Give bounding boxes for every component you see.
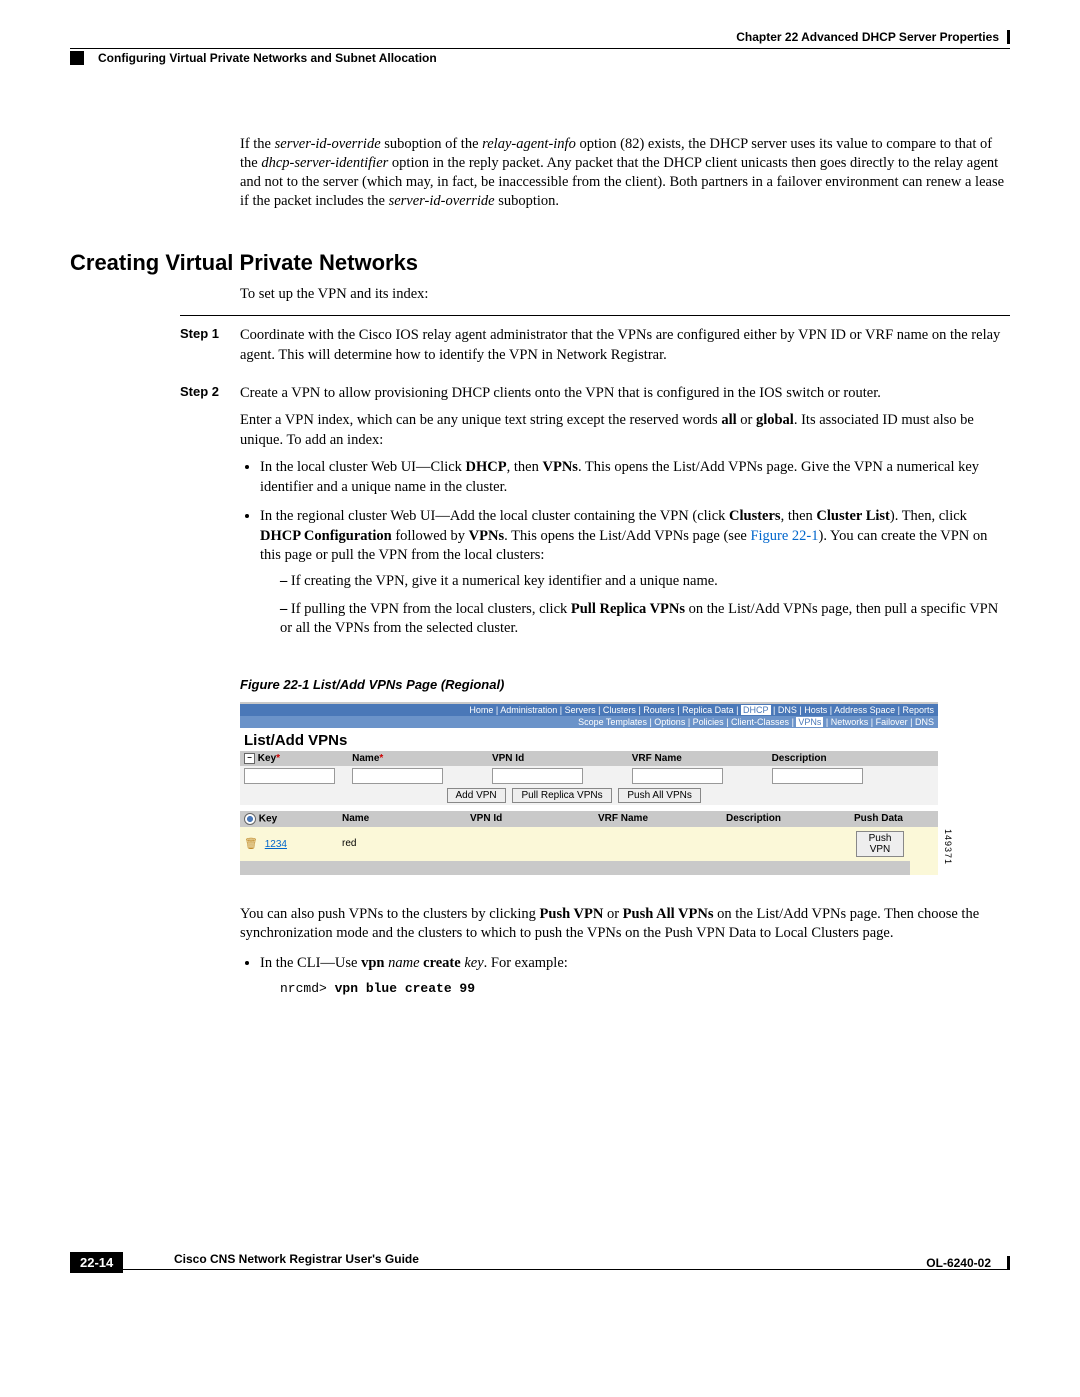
subnav: Scope Templates | Options | Policies | C…	[240, 716, 938, 728]
bullet-local-cluster: In the local cluster Web UI—Click DHCP, …	[260, 458, 1010, 497]
webui-title: List/Add VPNs	[244, 732, 938, 749]
pull-replica-button[interactable]: Pull Replica VPNs	[512, 788, 611, 803]
guide-title: Cisco CNS Network Registrar User's Guide	[174, 1252, 1010, 1266]
push-all-button[interactable]: Push All VPNs	[618, 788, 700, 803]
trash-icon[interactable]: 🗑	[244, 838, 258, 850]
table-row: 🗑 1234 red Push VPN	[240, 827, 938, 861]
key-input[interactable]	[244, 768, 335, 784]
push-vpn-paragraph: You can also push VPNs to the clusters b…	[240, 905, 1010, 944]
push-vpn-button[interactable]: Push VPN	[856, 831, 904, 857]
header-end-bar	[1007, 30, 1010, 44]
footer-end-bar	[1007, 1256, 1010, 1270]
step1-label: Step 1	[180, 326, 240, 373]
step1-text: Coordinate with the Cisco IOS relay agen…	[240, 326, 1010, 365]
section-heading: Creating Virtual Private Networks	[70, 250, 1010, 276]
step2-label: Step 2	[180, 384, 240, 649]
page-number: 22-14	[70, 1252, 123, 1273]
intro-paragraph: If the server-id-override suboption of t…	[240, 135, 1010, 210]
dash-create-vpn: If creating the VPN, give it a numerical…	[280, 572, 1010, 592]
vpn-list-table: Key Name VPN Id VRF Name Description Pus…	[240, 805, 938, 875]
vrf-input[interactable]	[632, 768, 723, 784]
name-input[interactable]	[352, 768, 443, 784]
doc-id: OL-6240-02	[926, 1256, 991, 1270]
vpn-key-link[interactable]: 1234	[265, 839, 287, 850]
add-vpn-table: − Key* Name* VPN Id VRF Name Description…	[240, 751, 938, 805]
chapter-title: Chapter 22 Advanced DHCP Server Properti…	[70, 30, 999, 44]
dash-pull-vpn: If pulling the VPN from the local cluste…	[280, 600, 1010, 639]
figure-xref[interactable]: Figure 22-1	[750, 528, 818, 544]
figure-id: 149371	[943, 829, 953, 865]
section-path: Configuring Virtual Private Networks and…	[98, 51, 437, 65]
figure-caption: Figure 22-1 List/Add VPNs Page (Regional…	[240, 677, 1010, 692]
desc-input[interactable]	[772, 768, 863, 784]
step2-text: Create a VPN to allow provisioning DHCP …	[240, 384, 1010, 404]
section-marker	[70, 51, 84, 65]
add-vpn-button[interactable]: Add VPN	[447, 788, 506, 803]
lead-sentence: To set up the VPN and its index:	[240, 286, 1010, 303]
step2-para2: Enter a VPN index, which can be any uniq…	[240, 411, 1010, 450]
subnav-active[interactable]: VPNs	[796, 717, 823, 727]
bullet-regional-cluster: In the regional cluster Web UI—Add the l…	[260, 507, 1010, 638]
vpn-name-cell: red	[338, 827, 466, 861]
cli-bullet: In the CLI—Use vpn name create key. For …	[260, 954, 1010, 997]
vpnid-input[interactable]	[492, 768, 583, 784]
topnav-active[interactable]: DHCP	[741, 705, 771, 715]
figure-webui: Home | Administration | Servers | Cluste…	[240, 702, 938, 875]
topnav: Home | Administration | Servers | Cluste…	[240, 702, 938, 716]
sort-radio-icon[interactable]	[244, 813, 256, 825]
cli-example: nrcmd> vpn blue create 99	[280, 980, 1010, 998]
